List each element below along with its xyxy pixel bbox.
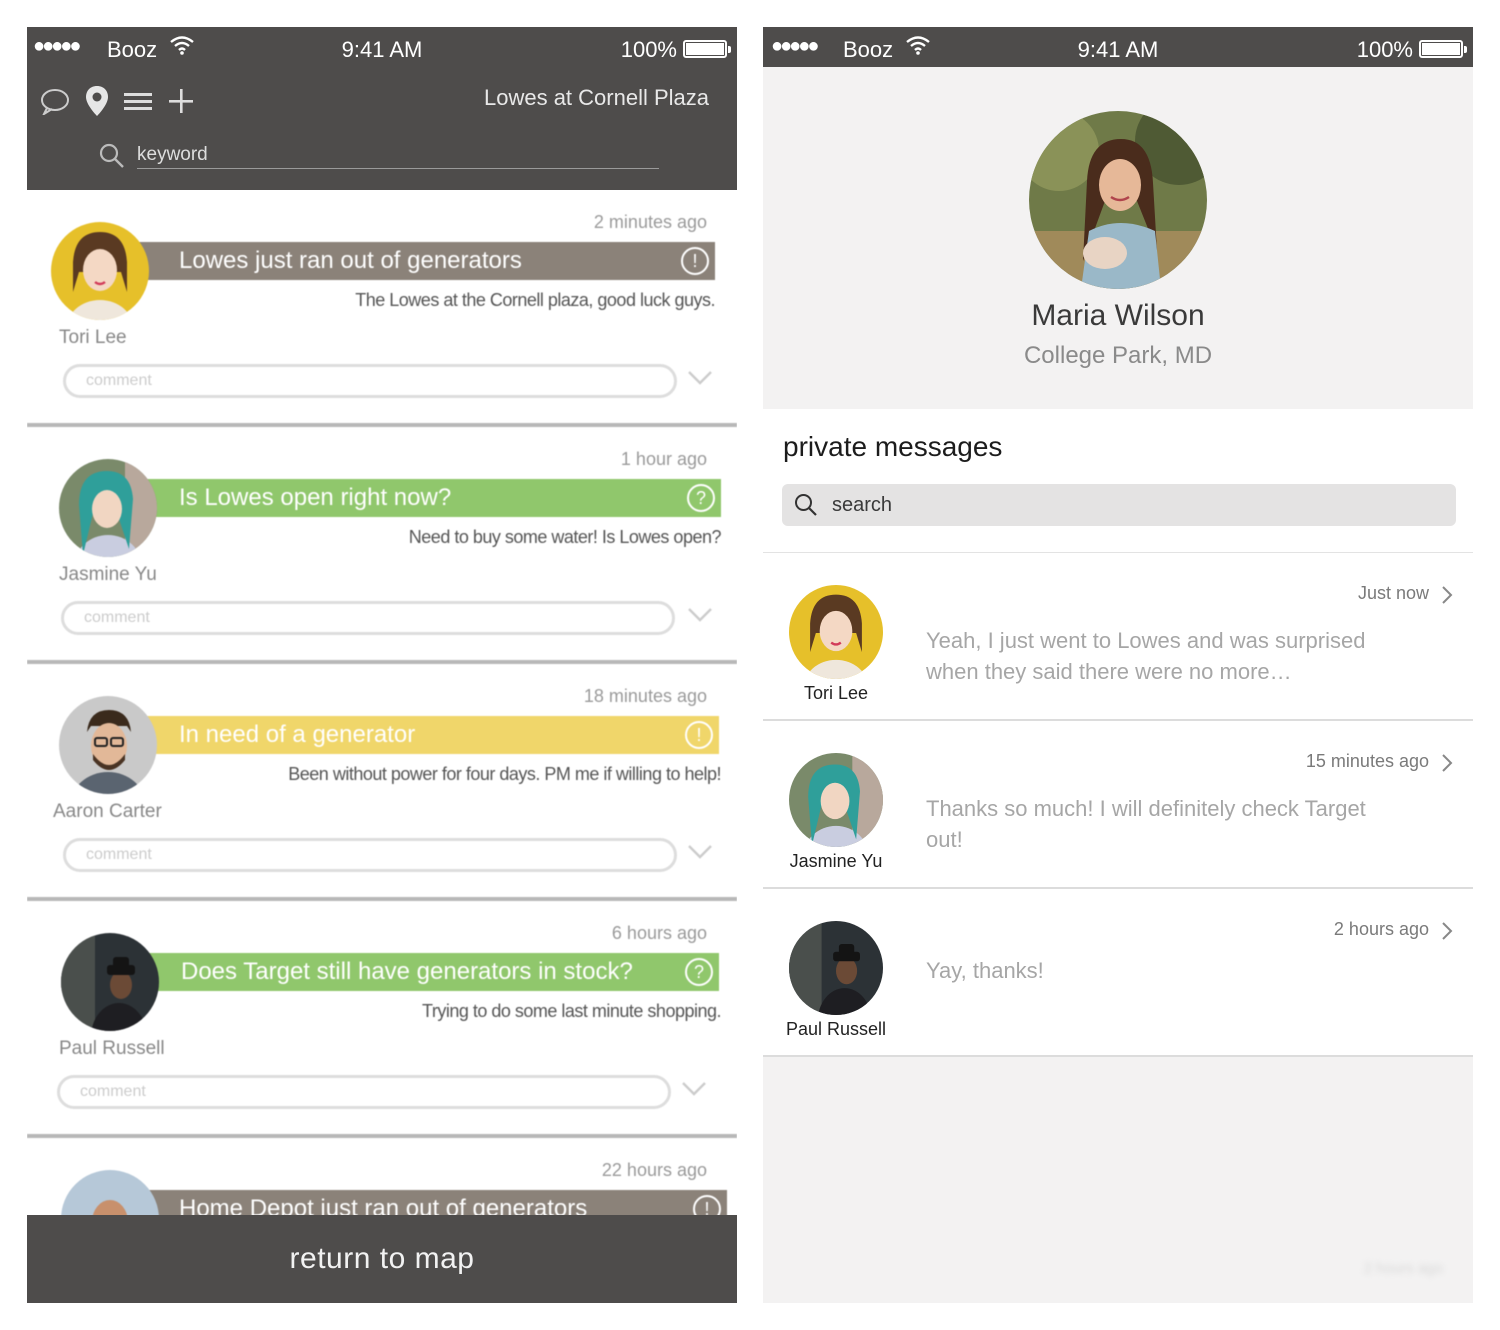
faded-timestamp: 2 hours ago (1363, 1260, 1443, 1277)
list-menu-icon[interactable] (123, 90, 153, 117)
profile-location: College Park, MD (1023, 342, 1213, 369)
comment-input[interactable]: comment (61, 601, 675, 635)
section-title: private messages (783, 431, 1003, 462)
avatar[interactable] (59, 696, 157, 794)
chevron-down-icon[interactable] (687, 370, 713, 391)
post-title: In need of a generator (179, 721, 416, 748)
battery-icon (683, 40, 731, 58)
comment-input[interactable]: comment (63, 838, 677, 872)
feed-post[interactable]: 18 minutes ago In need of a generator ! … (27, 664, 737, 901)
thread-preview: Yay, thanks! (926, 958, 1044, 983)
post-author[interactable]: Aaron Carter (53, 801, 162, 823)
return-to-map-button[interactable]: return to map (27, 1215, 737, 1303)
profile-name: Maria Wilson (1031, 299, 1205, 332)
comment-input[interactable]: comment (63, 364, 677, 398)
chevron-down-icon[interactable] (681, 1081, 707, 1102)
thread-preview: Yeah, I just went to Lowes and was surpr… (926, 628, 1366, 684)
post-description: The Lowes at the Cornell plaza, good luc… (355, 290, 715, 310)
post-description: Need to buy some water! Is Lowes open? (408, 527, 722, 547)
question-icon: ? (687, 484, 715, 512)
message-search-input[interactable] (832, 484, 1432, 526)
post-banner[interactable]: Does Target still have generators in sto… (137, 953, 719, 991)
post-time: 18 minutes ago (583, 686, 707, 706)
avatar[interactable] (51, 222, 149, 320)
message-thread-list: Tori Lee Just now Yeah, I just went to L… (763, 553, 1473, 1057)
profile-avatar[interactable] (1029, 111, 1207, 289)
feed-post[interactable]: 1 hour ago Is Lowes open right now? ? Ne… (27, 427, 737, 664)
post-description: Trying to do some last minute shopping. (422, 1001, 722, 1021)
avatar[interactable] (59, 459, 157, 557)
chevron-right-icon[interactable] (1441, 921, 1453, 946)
post-time: 2 minutes ago (593, 212, 707, 232)
feed-post[interactable]: 2 minutes ago Lowes just ran out of gene… (27, 190, 737, 427)
message-thread[interactable]: Paul Russell 2 hours ago Yay, thanks! (763, 889, 1473, 1057)
chevron-right-icon[interactable] (1441, 753, 1453, 778)
chevron-down-icon[interactable] (687, 844, 713, 865)
keyword-input[interactable] (137, 141, 659, 169)
comment-input[interactable]: comment (57, 1075, 671, 1109)
feed-screen: ●●●●● Booz 9:41 AM 100% Lowes at Cornell (27, 27, 737, 1303)
message-thread[interactable]: Tori Lee Just now Yeah, I just went to L… (763, 553, 1473, 721)
message-search (782, 484, 1456, 526)
map-pin-icon[interactable] (85, 85, 109, 122)
avatar (789, 753, 883, 847)
thread-name: Jasmine Yu (789, 851, 883, 871)
battery-percent: 100% (1356, 37, 1413, 62)
avatar (789, 921, 883, 1015)
post-author[interactable]: Paul Russell (59, 1038, 165, 1060)
search-icon (794, 493, 818, 522)
location-title: Lowes at Cornell Plaza (483, 85, 709, 110)
post-banner[interactable]: In need of a generator ! (137, 716, 719, 754)
post-author[interactable]: Tori Lee (59, 327, 127, 349)
alert-icon: ! (685, 721, 713, 749)
status-bar: ●●●●● Booz 9:41 AM 100% (27, 27, 737, 67)
feed-list: 2 minutes ago Lowes just ran out of gene… (27, 190, 737, 1303)
chat-bubble-icon[interactable] (39, 87, 71, 120)
post-banner[interactable]: Is Lowes open right now? ? (137, 479, 721, 517)
post-banner[interactable]: Lowes just ran out of generators ! (137, 242, 715, 280)
thread-time: 2 hours ago (1333, 919, 1429, 939)
keyword-search (99, 141, 659, 169)
add-post-icon[interactable] (167, 87, 195, 120)
post-title: Lowes just ran out of generators (179, 247, 522, 274)
alert-icon: ! (681, 247, 709, 275)
post-time: 6 hours ago (611, 923, 707, 943)
feed-post[interactable]: 6 hours ago Does Target still have gener… (27, 901, 737, 1138)
battery-icon (1419, 40, 1467, 58)
thread-time: 15 minutes ago (1305, 751, 1429, 771)
post-time: 1 hour ago (620, 449, 707, 469)
message-thread[interactable]: Jasmine Yu 15 minutes ago Thanks so much… (763, 721, 1473, 889)
chevron-down-icon[interactable] (687, 607, 713, 628)
status-bar: ●●●●● Booz 9:41 AM 100% (763, 27, 1473, 67)
thread-name: Paul Russell (785, 1019, 887, 1039)
post-description: Been without power for four days. PM me … (288, 764, 721, 784)
status-bar-container: ●●●●● Booz 9:41 AM 100% (763, 27, 1473, 67)
search-icon (99, 143, 125, 174)
post-title: Does Target still have generators in sto… (181, 958, 633, 985)
chevron-right-icon[interactable] (1441, 585, 1453, 610)
battery-percent: 100% (620, 37, 677, 62)
avatar (789, 585, 883, 679)
question-icon: ? (685, 958, 713, 986)
post-author[interactable]: Jasmine Yu (59, 564, 157, 586)
thread-name: Tori Lee (803, 683, 869, 703)
profile-screen: ●●●●● Booz 9:41 AM 100% Maria Wilson Col… (763, 27, 1473, 1303)
profile-header: Maria Wilson College Park, MD (763, 67, 1473, 409)
post-title: Is Lowes open right now? (179, 484, 452, 511)
thread-time: Just now (1357, 583, 1429, 603)
avatar[interactable] (61, 933, 159, 1031)
feed-header: ●●●●● Booz 9:41 AM 100% Lowes at Cornell (27, 27, 737, 190)
private-messages-header: private messages (763, 409, 1473, 553)
feed-toolbar (39, 85, 195, 122)
post-time: 22 hours ago (601, 1160, 707, 1180)
thread-preview: Thanks so much! I will definitely check … (926, 796, 1366, 852)
